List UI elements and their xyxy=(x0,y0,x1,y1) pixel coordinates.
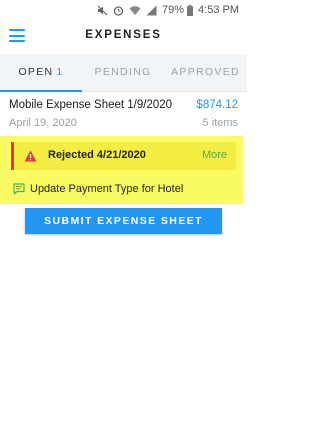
comment-icon xyxy=(13,183,25,195)
rejection-text: Rejected 4/21/2020 xyxy=(48,149,146,161)
tab-open-count: 1 xyxy=(56,66,64,78)
tab-approved-label: APPROVED xyxy=(171,66,240,78)
signal-icon xyxy=(146,5,157,15)
battery-indicator: 79% xyxy=(162,3,194,17)
status-time: 4:53 PM xyxy=(198,4,239,16)
tab-pending[interactable]: PENDING xyxy=(82,54,164,91)
app-bar: EXPENSES xyxy=(0,20,247,52)
tab-pending-label: PENDING xyxy=(94,66,152,78)
mute-icon xyxy=(97,5,108,15)
status-icons: 79% 4:53 PM xyxy=(97,3,239,17)
comment-text: Update Payment Type for Hotel xyxy=(30,183,184,195)
submit-expense-sheet-button[interactable]: SUBMIT EXPENSE SHEET xyxy=(25,208,222,234)
status-bar: 79% 4:53 PM xyxy=(0,0,247,20)
tab-open-label: OPEN xyxy=(18,66,54,78)
warning-icon xyxy=(24,150,37,162)
wifi-icon xyxy=(129,5,141,15)
battery-icon xyxy=(187,4,194,16)
sheet-amount: $874.12 xyxy=(196,99,238,111)
more-link[interactable]: More xyxy=(202,149,227,161)
tab-approved[interactable]: APPROVED xyxy=(164,54,247,91)
sheet-title: Mobile Expense Sheet 1/9/2020 xyxy=(9,99,173,111)
alarm-icon xyxy=(113,5,124,16)
battery-percent: 79% xyxy=(162,4,185,16)
rejection-banner: Rejected 4/21/2020 More xyxy=(11,142,236,170)
tab-open[interactable]: OPEN 1 xyxy=(0,54,82,92)
page-title: EXPENSES xyxy=(85,29,162,41)
sheet-date: April 19, 2020 xyxy=(9,117,77,129)
tab-active-indicator xyxy=(0,90,82,92)
tab-bar: OPEN 1 PENDING APPROVED xyxy=(0,54,247,92)
sheet-item-count: 5 items xyxy=(202,117,238,129)
